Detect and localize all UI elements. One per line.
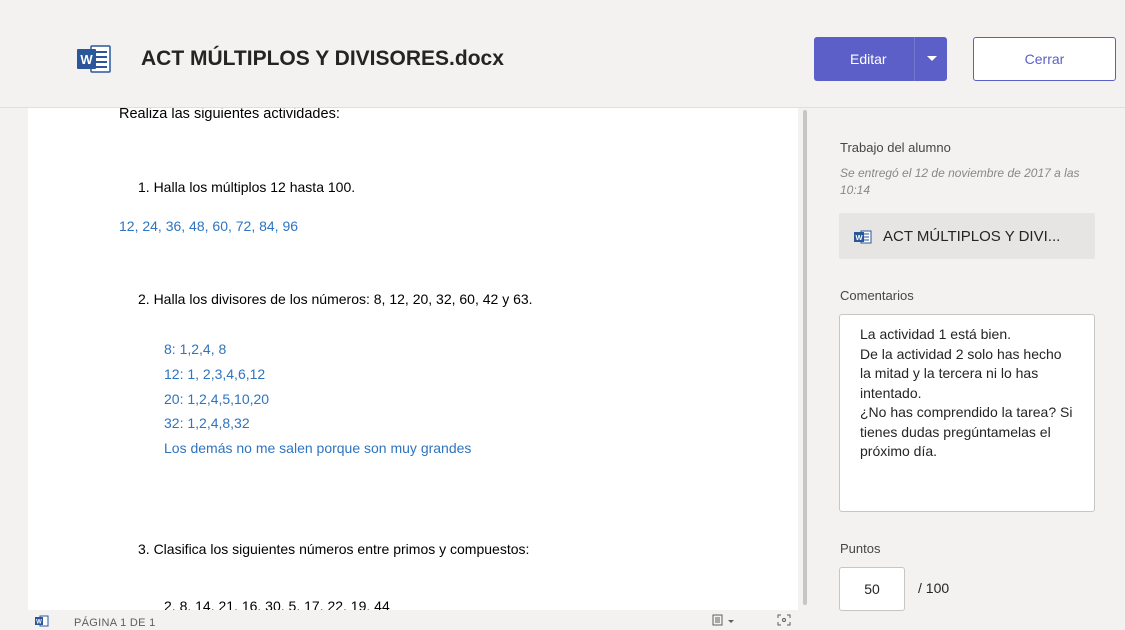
question-2: 2. Halla los divisores de los números: 8…	[138, 291, 533, 307]
svg-text:W: W	[80, 52, 93, 67]
document-title: ACT MÚLTIPLOS Y DIVISORES.docx	[141, 47, 504, 70]
answer-2-note: Los demás no me salen porque son muy gra…	[164, 440, 472, 456]
chevron-down-icon[interactable]	[728, 620, 734, 623]
status-bar: W PÁGINA 1 DE 1	[28, 610, 803, 630]
intro-line: Realiza las siguientes actividades:	[119, 108, 340, 122]
word-icon: W	[854, 230, 872, 244]
points-total: / 100	[918, 580, 950, 596]
scrollbar-thumb[interactable]	[803, 110, 807, 605]
answer-1: 12, 24, 36, 48, 60, 72, 84, 96	[119, 218, 299, 234]
edit-button[interactable]: Editar	[814, 37, 947, 81]
question-3-numbers: 2, 8, 14, 21, 16, 30, 5, 17, 22, 19, 44	[164, 598, 390, 610]
comment-field[interactable]: La actividad 1 está bien. De la activida…	[839, 314, 1095, 512]
answer-2-line: 8: 1,2,4, 8	[164, 341, 227, 357]
word-icon: W	[77, 45, 111, 73]
attachment-item[interactable]: W ACT MÚLTIPLOS Y DIVI...	[839, 213, 1095, 259]
close-button[interactable]: Cerrar	[973, 37, 1116, 81]
question-3: 3. Clasifica los siguientes números entr…	[138, 541, 530, 557]
attachment-name: ACT MÚLTIPLOS Y DIVI...	[883, 228, 1061, 245]
edit-button-label: Editar	[850, 51, 887, 67]
student-work-label: Trabajo del alumno	[840, 140, 951, 155]
document-header: W ACT MÚLTIPLOS Y DIVISORES.docx Editar …	[0, 0, 1125, 108]
svg-text:W: W	[855, 233, 863, 242]
grading-panel: Trabajo del alumno Se entregó el 12 de n…	[815, 108, 1125, 628]
answer-2-line: 32: 1,2,4,8,32	[164, 415, 250, 431]
answer-2-line: 20: 1,2,4,5,10,20	[164, 391, 270, 407]
focus-mode-icon[interactable]	[777, 614, 791, 626]
points-input[interactable]: 50	[839, 567, 905, 611]
edit-button-divider	[914, 37, 915, 81]
page-indicator: PÁGINA 1 DE 1	[74, 617, 156, 629]
document-page[interactable]: Realiza las siguientes actividades: 1. H…	[28, 108, 798, 610]
comments-label: Comentarios	[840, 288, 914, 303]
chevron-down-icon[interactable]	[927, 56, 937, 61]
svg-text:W: W	[36, 620, 42, 626]
word-icon: W	[35, 615, 49, 627]
document-viewer: Realiza las siguientes actividades: 1. H…	[0, 108, 815, 630]
submission-timestamp: Se entregó el 12 de noviembre de 2017 a …	[840, 166, 1080, 197]
reading-view-icon[interactable]	[712, 614, 724, 626]
question-1: 1. Halla los múltiplos 12 hasta 100.	[138, 179, 356, 195]
answer-2-line: 12: 1, 2,3,4,6,12	[164, 366, 266, 382]
points-label: Puntos	[840, 541, 881, 556]
